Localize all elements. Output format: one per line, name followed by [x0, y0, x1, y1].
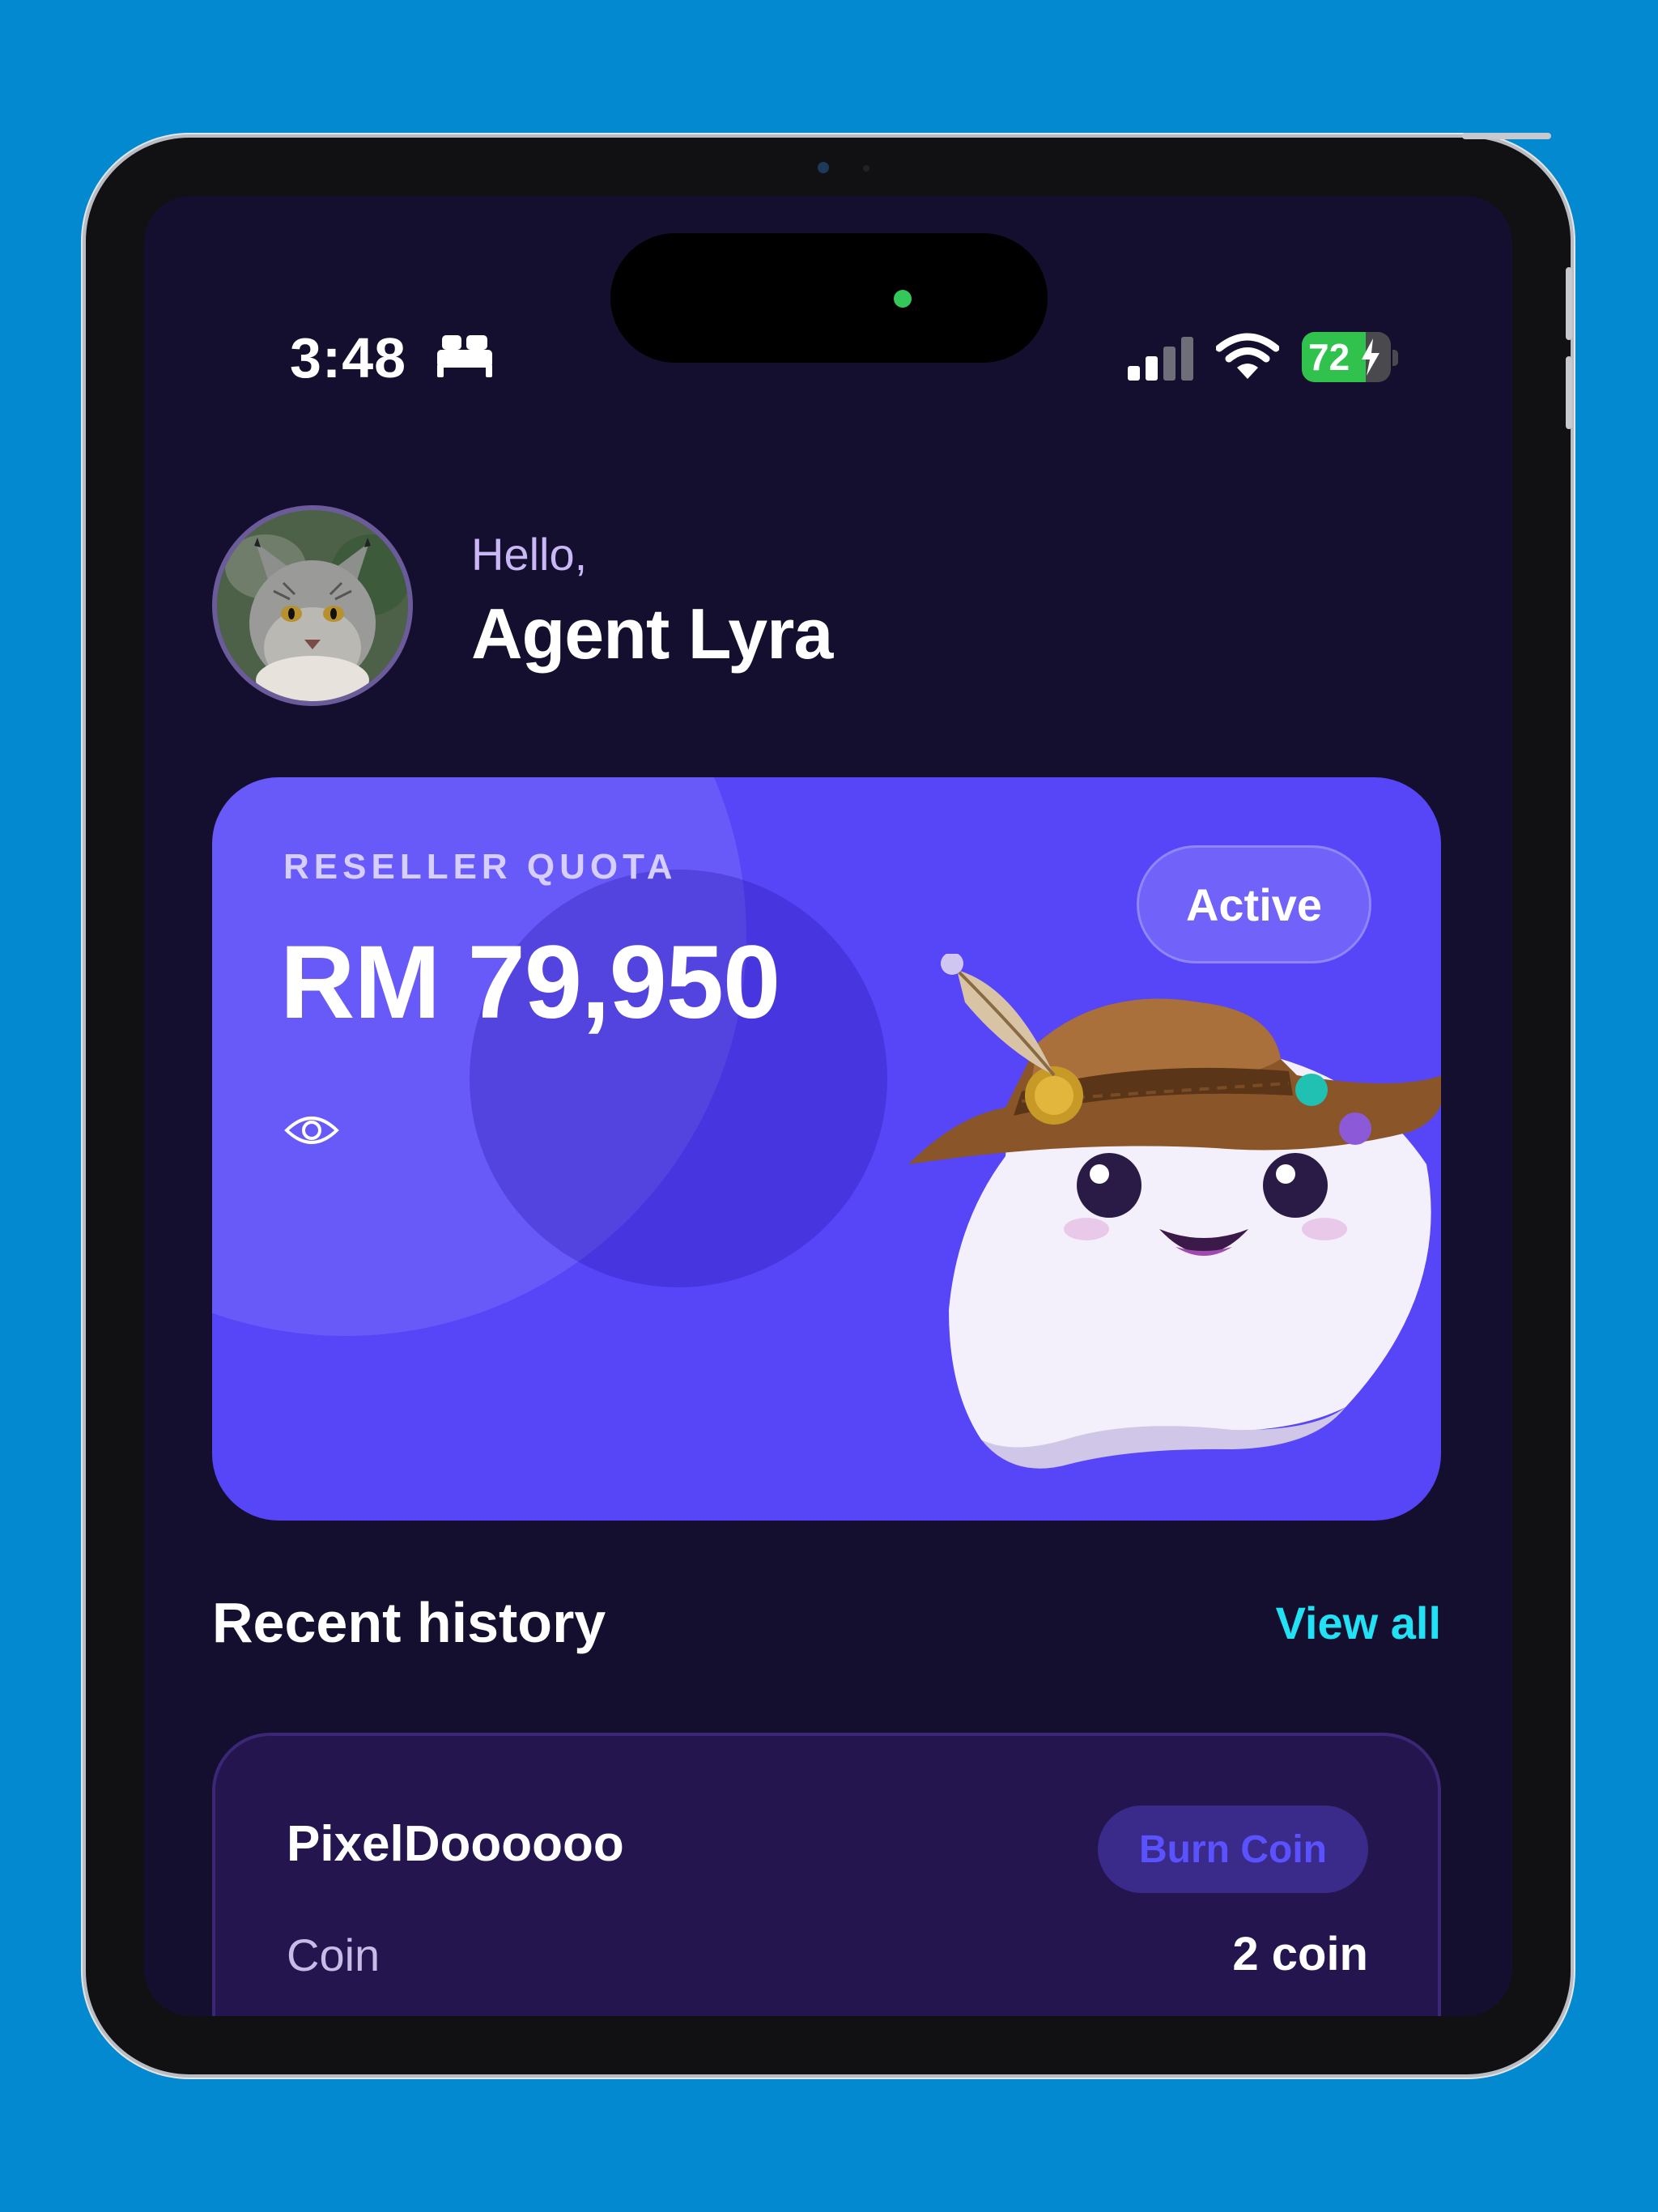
bed-icon: [437, 335, 492, 377]
charging-bolt-icon: [1362, 338, 1380, 376]
volume-down-button: [1566, 356, 1572, 429]
front-camera: [818, 162, 829, 173]
status-badge: Active: [1137, 845, 1371, 963]
power-button: [1462, 133, 1551, 139]
camera-indicator-dot: [894, 290, 912, 308]
eye-icon[interactable]: [283, 1111, 340, 1150]
view-all-link[interactable]: View all: [1276, 1597, 1441, 1649]
ghost-mascot-illustration: [908, 954, 1441, 1469]
greeting-text: Hello,: [471, 529, 588, 580]
reseller-quota-card[interactable]: RESELLER QUOTA RM 79,950 Active: [212, 777, 1441, 1521]
status-time: 3:48: [290, 326, 407, 389]
dynamic-island: [610, 233, 1048, 363]
section-title: Recent history: [212, 1591, 606, 1654]
lynx-avatar-image: [217, 510, 408, 701]
avatar[interactable]: [212, 505, 413, 706]
app-screen: 3:48 72 Hello, Agent Lyra RESELLER QUOTA…: [144, 196, 1512, 2016]
battery-icon: 72: [1302, 332, 1399, 382]
signal-icon: [1128, 337, 1193, 381]
history-item-card[interactable]: PixelDoooooo Burn Coin Coin 2 coin: [212, 1733, 1441, 2016]
quota-label: RESELLER QUOTA: [283, 847, 678, 887]
battery-level: 72: [1308, 336, 1350, 378]
volume-up-button: [1566, 267, 1572, 340]
battery-cap: [1392, 350, 1398, 366]
wifi-icon: [1216, 333, 1279, 379]
user-name: Agent Lyra: [471, 593, 833, 674]
history-item-value: 2 coin: [1232, 1928, 1368, 1980]
tablet-device-frame: 3:48 72 Hello, Agent Lyra RESELLER QUOTA…: [86, 133, 1572, 2074]
quota-amount: RM 79,950: [280, 925, 780, 1040]
transaction-type-badge: Burn Coin: [1098, 1806, 1368, 1893]
camera-sensor: [863, 165, 869, 172]
history-item-label: Coin: [287, 1929, 380, 1980]
history-item-name: PixelDoooooo: [287, 1816, 624, 1872]
